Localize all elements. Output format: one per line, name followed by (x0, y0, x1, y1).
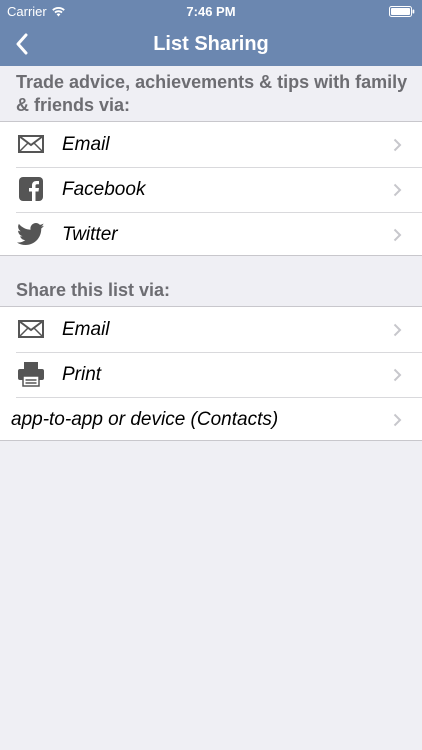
share-twitter-row[interactable]: Twitter (0, 212, 422, 257)
section-header-trade: Trade advice, achievements & tips with f… (16, 72, 408, 115)
share-list-app-to-app-row[interactable]: app-to-app or device (Contacts) (0, 397, 422, 442)
facebook-icon (17, 176, 45, 202)
share-list-email-row[interactable]: Email (0, 307, 422, 352)
chevron-right-icon (393, 368, 402, 382)
row-label: Facebook (62, 179, 146, 200)
page-title: List Sharing (153, 33, 269, 55)
chevron-right-icon (393, 323, 402, 337)
navigation-bar: List Sharing (0, 22, 422, 66)
trade-share-group: Email Facebook Twitter (0, 121, 422, 256)
envelope-icon (17, 316, 45, 342)
battery-icon (389, 6, 415, 17)
header: Carrier 7:46 PM List Sharing (0, 0, 422, 66)
status-time: 7:46 PM (186, 4, 236, 19)
list-share-group: Email Print app-to-app or device (Contac… (0, 306, 422, 441)
chevron-right-icon (393, 138, 402, 152)
status-bar: Carrier 7:46 PM (0, 0, 422, 22)
row-label: Print (62, 364, 102, 385)
printer-icon (17, 361, 45, 387)
twitter-bird-icon (17, 221, 45, 247)
row-label: app-to-app or device (Contacts) (11, 409, 279, 430)
section-header-share-list: Share this list via: (16, 280, 171, 300)
envelope-icon (17, 131, 45, 157)
share-facebook-row[interactable]: Facebook (0, 167, 422, 212)
share-email-row[interactable]: Email (0, 122, 422, 167)
share-list-print-row[interactable]: Print (0, 352, 422, 397)
chevron-right-icon (393, 413, 402, 427)
row-label: Email (62, 134, 110, 155)
row-label: Email (62, 319, 110, 340)
chevron-right-icon (393, 228, 402, 242)
chevron-right-icon (393, 183, 402, 197)
row-label: Twitter (62, 224, 118, 245)
